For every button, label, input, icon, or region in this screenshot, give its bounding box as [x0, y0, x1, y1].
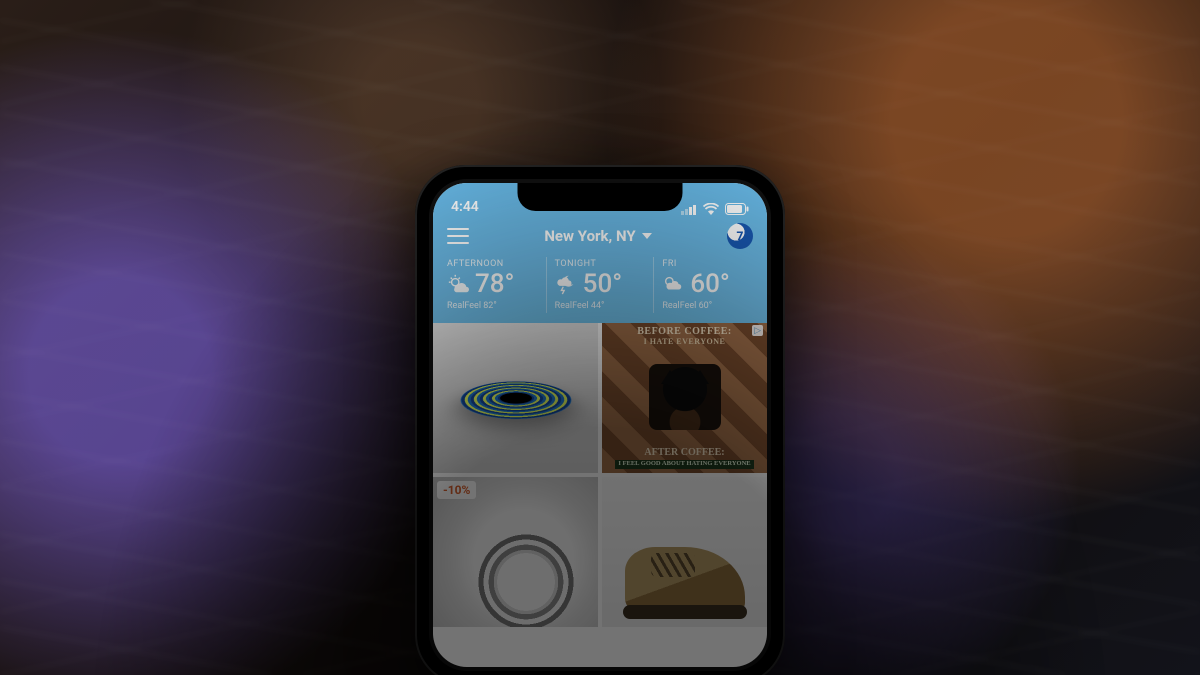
forecast-row: AFTERNOON 78° RealFeel 82° TONIGHT — [433, 253, 767, 313]
location-label: New York, NY — [544, 227, 635, 245]
phone-frame: 4:44 New York, NY 7 — [415, 165, 785, 675]
poster-top-text: BEFORE COFFEE: I HATE EVERYONE — [637, 327, 732, 346]
status-time: 4:44 — [451, 199, 479, 215]
period-label: AFTERNOON — [447, 259, 538, 269]
menu-icon[interactable] — [447, 228, 469, 244]
background-map: 4:44 New York, NY 7 — [0, 0, 1200, 675]
realfeel: RealFeel 60° — [662, 301, 753, 311]
app-header: 4:44 New York, NY 7 — [433, 183, 767, 323]
realfeel: RealFeel 44° — [555, 301, 646, 311]
shoe-image — [625, 547, 745, 613]
poster-bottom-text: AFTER COFFEE: I FEEL GOOD ABOUT HATING E… — [615, 448, 753, 469]
forecast-tonight[interactable]: TONIGHT 50° RealFeel 44° — [546, 257, 654, 313]
partly-sunny-icon — [447, 273, 469, 295]
cat-image — [649, 364, 721, 430]
wifi-icon — [703, 203, 719, 215]
battery-icon — [725, 203, 749, 215]
chevron-down-icon — [642, 233, 652, 239]
forecast-afternoon[interactable]: AFTERNOON 78° RealFeel 82° — [439, 257, 546, 313]
location-selector[interactable]: New York, NY — [544, 227, 651, 245]
partly-cloudy-icon — [662, 273, 684, 295]
ad-grid: ▷ BEFORE COFFEE: I HATE EVERYONE AFTER C… — [433, 323, 767, 627]
illusion-rug-image — [453, 381, 577, 419]
ad-rug[interactable] — [433, 323, 598, 473]
phone-notch — [518, 183, 683, 211]
forecast-fri[interactable]: FRI 60° RealFeel 60° — [653, 257, 761, 313]
adchoices-icon[interactable]: ▷ — [752, 325, 763, 336]
period-label: TONIGHT — [555, 259, 646, 269]
ad-shoe[interactable] — [602, 477, 767, 627]
brand-badge[interactable]: 7 — [727, 223, 753, 249]
period-label: FRI — [662, 259, 753, 269]
night-storm-icon — [555, 273, 577, 295]
status-bar: 4:44 — [433, 183, 767, 217]
discount-badge: -10% — [437, 481, 476, 499]
phone-screen: 4:44 New York, NY 7 — [433, 183, 767, 667]
ad-poster[interactable]: ▷ BEFORE COFFEE: I HATE EVERYONE AFTER C… — [602, 323, 767, 473]
period-temp: 78° — [475, 271, 515, 297]
cellular-icon — [681, 204, 697, 215]
period-temp: 60° — [690, 271, 730, 297]
status-icons — [681, 203, 749, 215]
period-temp: 50° — [583, 271, 623, 297]
realfeel: RealFeel 82° — [447, 301, 538, 311]
ring-image — [452, 509, 598, 627]
ad-ring[interactable]: -10% — [433, 477, 598, 627]
